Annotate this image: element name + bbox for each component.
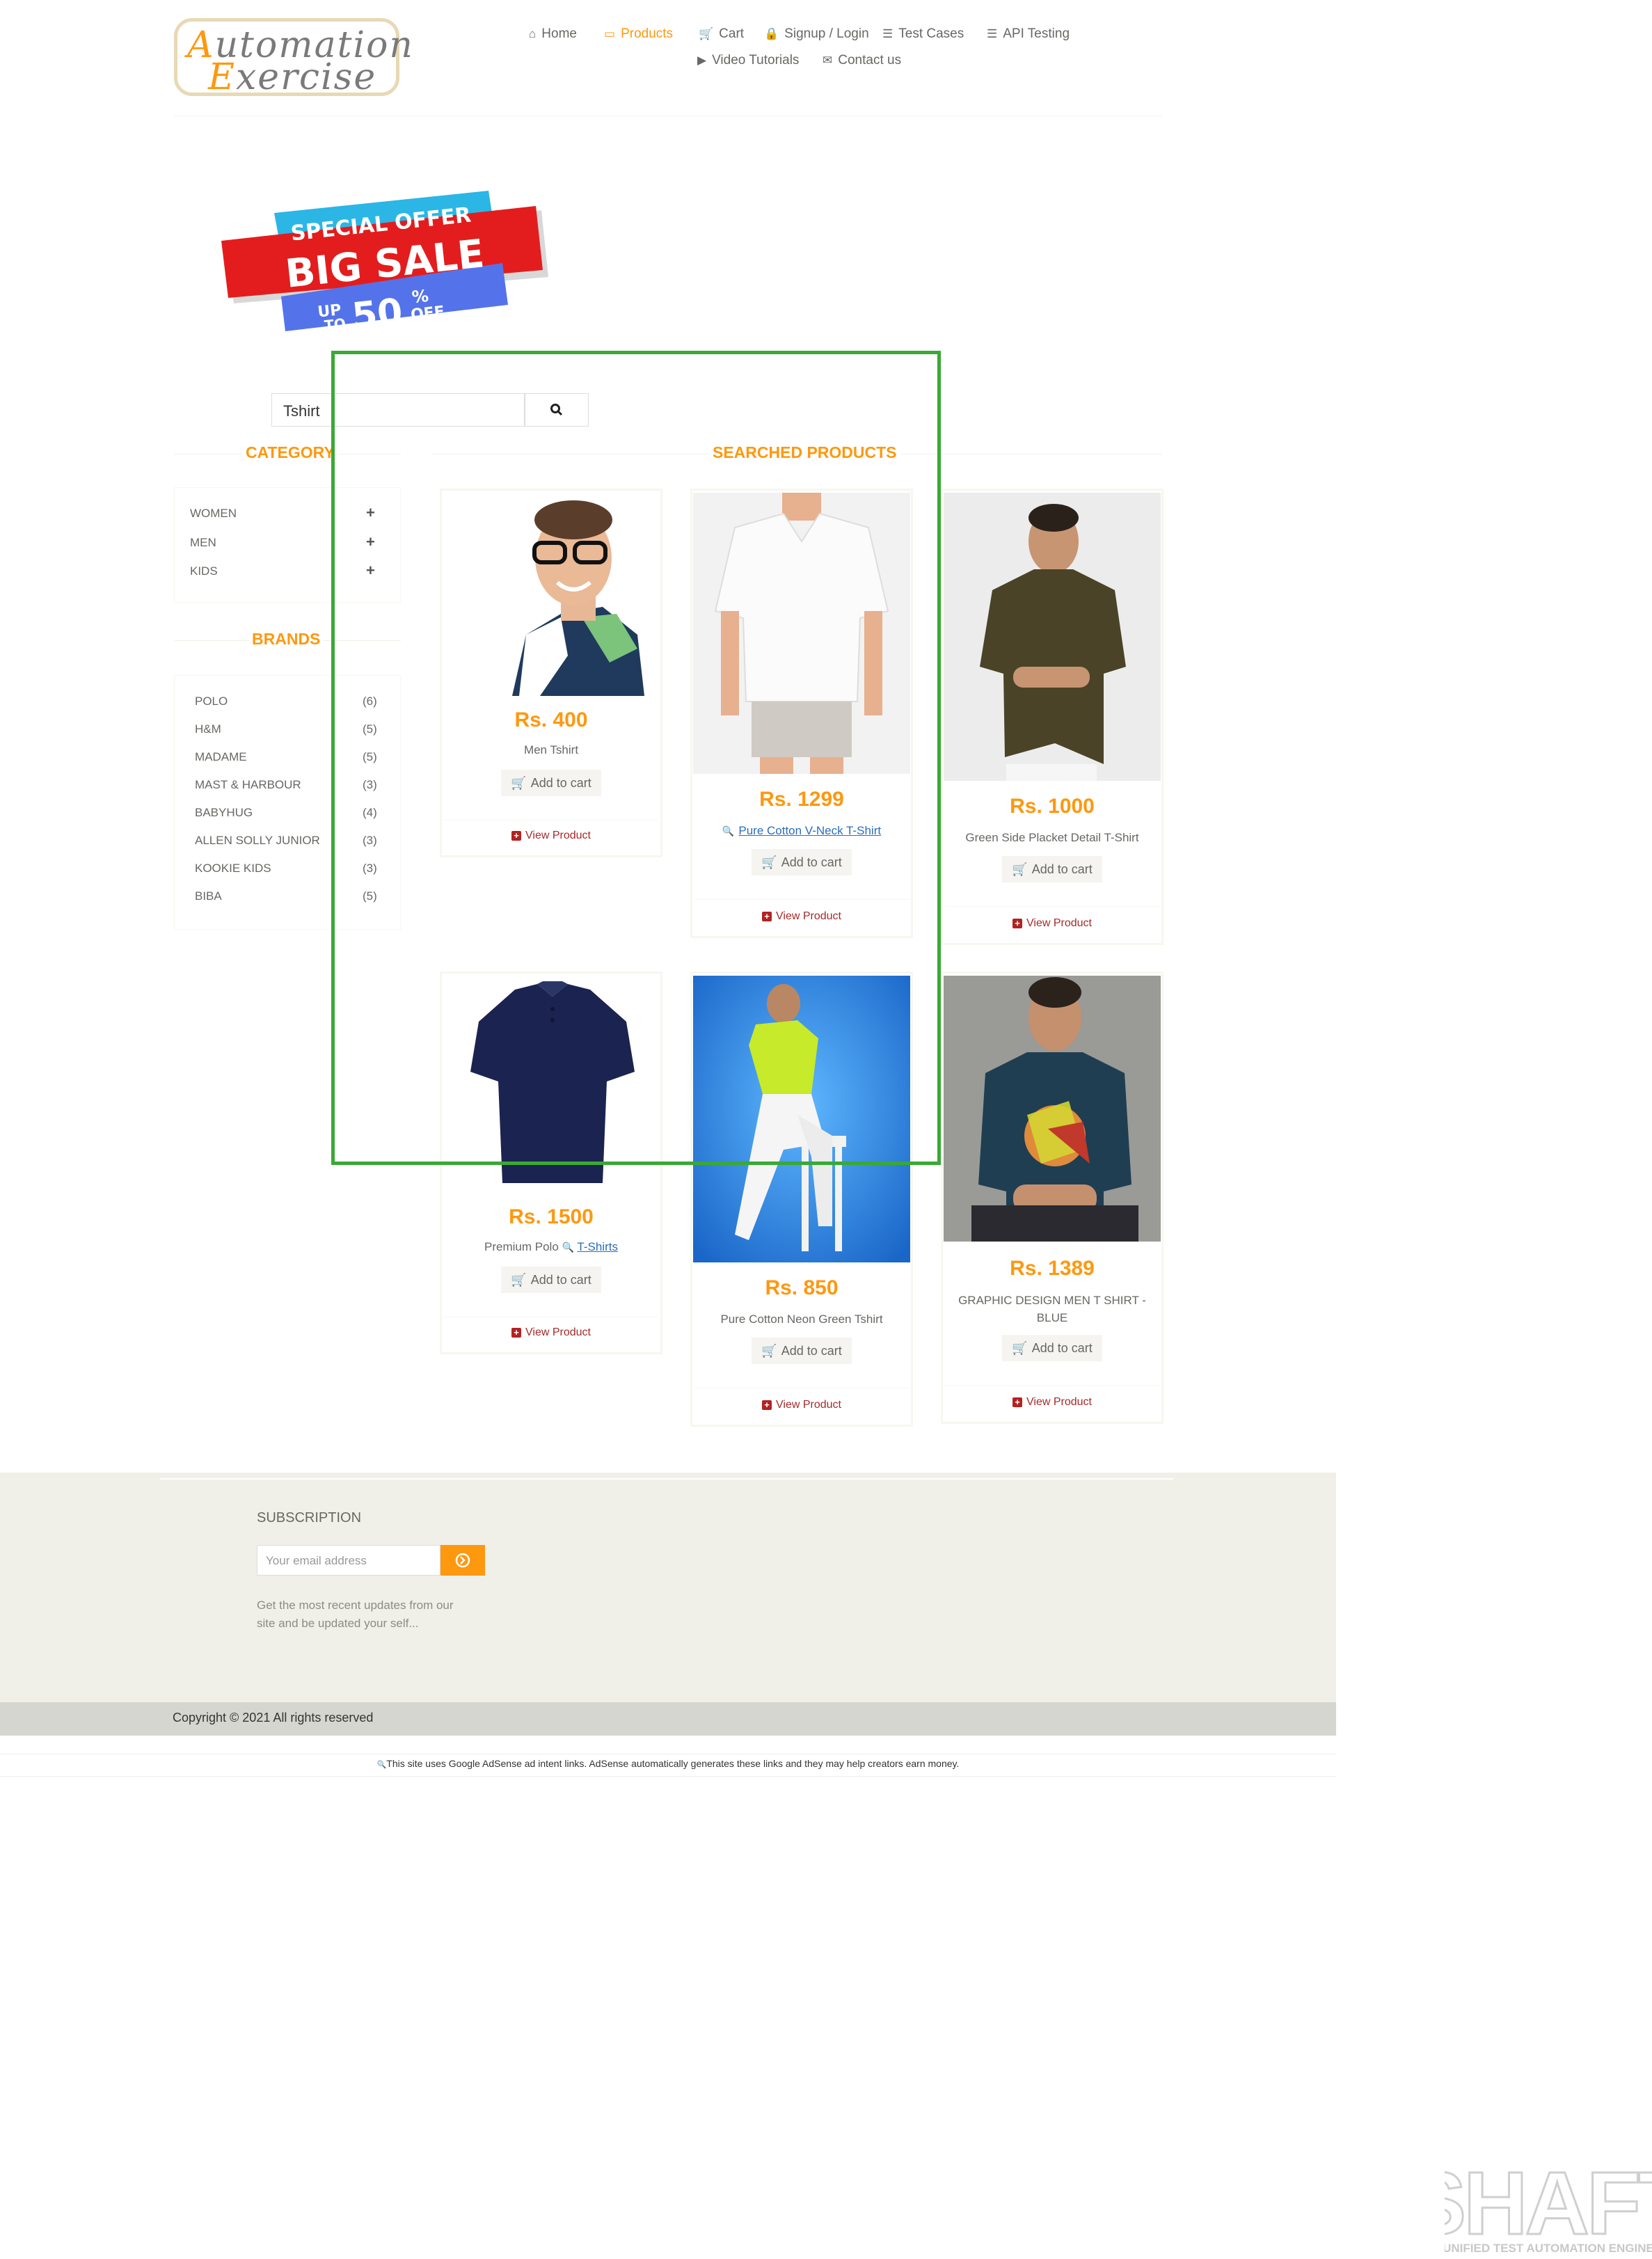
shaft-watermark: SHAFT UNIFIED TEST AUTOMATION ENGINE: [1406, 2153, 1652, 2256]
svg-text:SHAFT: SHAFT: [1445, 2157, 1652, 2253]
list-icon: ☰: [987, 27, 998, 40]
banner-50: 50: [350, 291, 404, 335]
view-product-link[interactable]: + View Product: [941, 917, 1163, 930]
brand-allen-solly-junior[interactable]: ALLEN SOLLY JUNIOR: [195, 834, 320, 848]
brand-babyhug[interactable]: BABYHUG: [195, 806, 253, 820]
copyright-text: Copyright © 2021 All rights reserved: [173, 1711, 374, 1725]
logo-text-2: xercise: [235, 56, 377, 98]
nav-contact-us[interactable]: ✉ Contact us: [823, 53, 901, 68]
logo-cap-e: E: [208, 56, 236, 98]
envelope-icon: ✉: [823, 54, 833, 67]
plus-square-icon: +: [511, 1328, 521, 1338]
lock-icon: 🔒: [764, 27, 779, 40]
subscribe-button[interactable]: [440, 1545, 485, 1576]
add-to-cart-button[interactable]: 🛒 Add to cart: [1002, 856, 1102, 882]
footer-divider: [160, 1478, 1173, 1480]
brand-hm[interactable]: H&M: [195, 722, 221, 736]
category-kids[interactable]: KIDS: [190, 564, 218, 578]
banner-to: TO: [324, 315, 347, 334]
cart-icon: 🛒: [1012, 862, 1028, 876]
product-image-green-placket-tshirt: [944, 493, 1161, 781]
cart-icon: 🛒: [511, 1272, 527, 1287]
product-price: Rs. 1000: [1010, 795, 1095, 818]
adsense-divider: [0, 1776, 1336, 1777]
brand-madame[interactable]: MADAME: [195, 750, 247, 764]
cart-icon: 🛒: [761, 1343, 777, 1358]
product-name: Pure Cotton Neon Green Tshirt: [720, 1313, 883, 1326]
brand-polo[interactable]: POLO: [195, 695, 228, 708]
plus-square-icon: +: [1012, 1397, 1022, 1407]
product-price: Rs. 1389: [1010, 1257, 1095, 1280]
search-icon: 🔍: [562, 1242, 574, 1253]
nav-video-tutorials[interactable]: ▶ Video Tutorials: [697, 53, 799, 68]
view-product-link[interactable]: + View Product: [690, 1399, 913, 1411]
products-icon: ▭: [604, 27, 616, 40]
search-icon: 🔍: [376, 1761, 387, 1769]
add-to-cart-button[interactable]: 🛒 Add to cart: [752, 1338, 852, 1364]
adsense-notice: 🔍This site uses Google AdSense ad intent…: [376, 1758, 960, 1769]
brand-mast-harbour[interactable]: MAST & HARBOUR: [195, 778, 301, 792]
product-name[interactable]: Premium Polo 🔍 T-Shirts: [440, 1240, 662, 1254]
nav-test-cases[interactable]: ☰ Test Cases: [882, 26, 964, 42]
arrow-circle-right-icon: [455, 1553, 470, 1568]
site-logo[interactable]: Automation Exercise: [174, 18, 413, 98]
card-divider: [945, 906, 1159, 907]
product-name: Green Side Placket Detail T-Shirt: [965, 831, 1139, 844]
youtube-icon: ▶: [697, 54, 707, 67]
category-title: CATEGORY: [243, 443, 337, 462]
svg-text:UNIFIED TEST AUTOMATION ENGINE: UNIFIED TEST AUTOMATION ENGINE: [1445, 2242, 1652, 2255]
card-divider: [945, 1385, 1159, 1386]
subscribe-email-input[interactable]: Your email address: [257, 1545, 440, 1576]
nav-products[interactable]: ▭ Products: [604, 26, 673, 42]
banner-off: OFF: [410, 303, 445, 324]
nav-api-testing[interactable]: ☰ API Testing: [987, 26, 1070, 42]
list-icon: ☰: [882, 27, 893, 40]
cart-icon: 🛒: [699, 27, 714, 40]
product-image-graphic-design-tshirt: [944, 976, 1161, 1242]
shaft-logo: SHAFT UNIFIED TEST AUTOMATION ENGINE: [1406, 2153, 1652, 2256]
add-to-cart-button[interactable]: 🛒 Add to cart: [1002, 1335, 1102, 1361]
category-women[interactable]: WOMEN: [190, 507, 237, 521]
product-name: GRAPHIC DESIGN MEN T SHIRT - BLUE: [958, 1294, 1146, 1324]
subscription-title: SUBSCRIPTION: [257, 1510, 362, 1525]
brand-kookie-kids[interactable]: KOOKIE KIDS: [195, 862, 271, 875]
view-product-link[interactable]: + View Product: [440, 1326, 662, 1339]
brand-biba[interactable]: BIBA: [195, 889, 222, 903]
add-to-cart-button[interactable]: 🛒 Add to cart: [501, 1267, 601, 1293]
banner-percent: %: [411, 286, 429, 307]
highlight-box: [331, 351, 941, 1165]
plus-square-icon: +: [762, 1400, 772, 1410]
product-price: Rs. 850: [765, 1276, 839, 1299]
nav-cart[interactable]: 🛒 Cart: [699, 26, 744, 42]
footer: [0, 1473, 1336, 1702]
subscription-description: Get the most recent updates from our sit…: [257, 1599, 454, 1630]
cart-icon: 🛒: [1012, 1340, 1028, 1355]
nav-signup-login[interactable]: 🔒 Signup / Login: [764, 26, 869, 42]
home-icon: ⌂: [529, 27, 537, 40]
plus-square-icon: +: [1012, 919, 1022, 928]
category-men[interactable]: MEN: [190, 536, 216, 550]
brands-title: BRANDS: [249, 630, 324, 649]
product-price: Rs. 1500: [509, 1205, 594, 1228]
view-product-link[interactable]: + View Product: [941, 1396, 1163, 1409]
nav-home[interactable]: ⌂ Home: [529, 26, 577, 42]
sale-banner: SPECIAL OFFER BIG SALE UP TO 50 % OFF: [221, 191, 548, 335]
